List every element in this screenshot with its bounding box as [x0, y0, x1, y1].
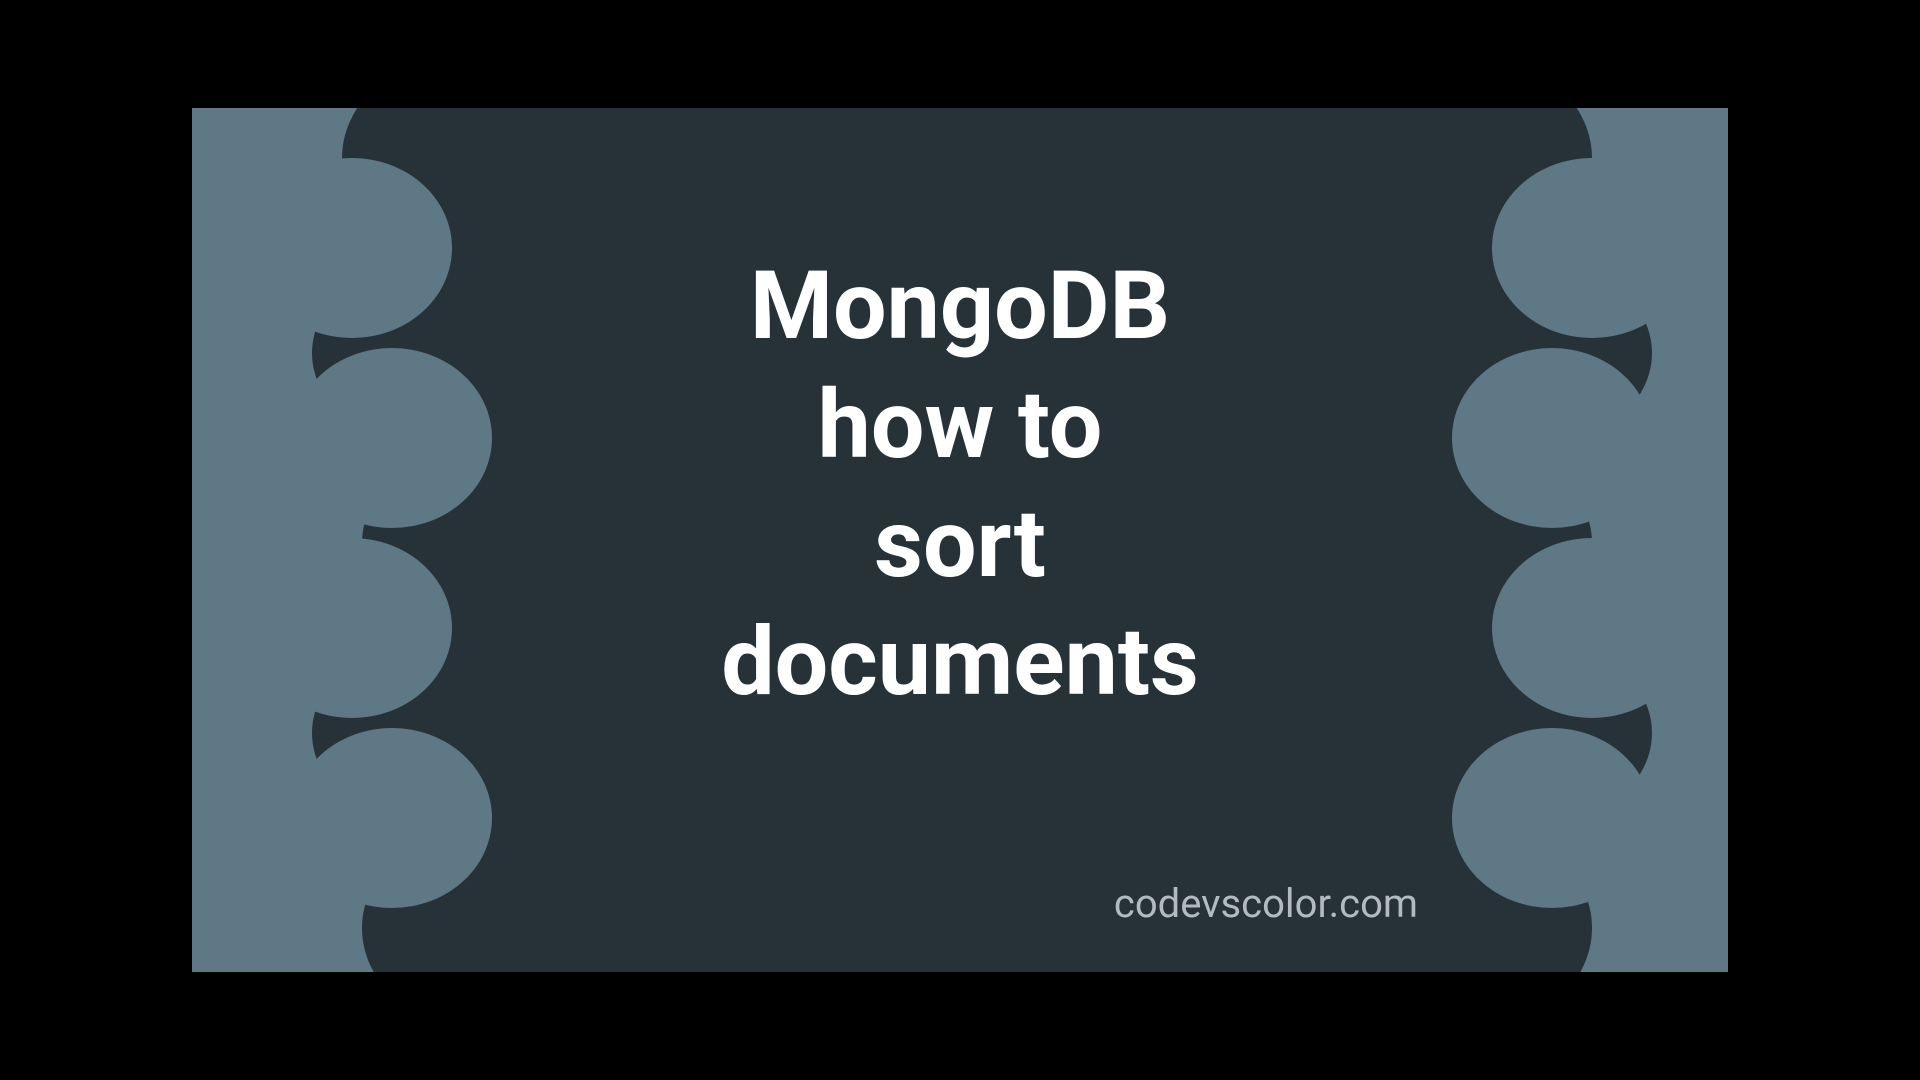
banner-canvas: MongoDB how to sort documents codevscolo…: [192, 108, 1728, 972]
cut-right: [1452, 728, 1652, 908]
title-line-4: documents: [192, 604, 1728, 723]
watermark-text: codevscolor.com: [1114, 880, 1418, 927]
title-line-1: MongoDB: [192, 248, 1728, 367]
title-line-3: sort: [192, 486, 1728, 605]
title-line-2: how to: [192, 367, 1728, 486]
banner-title: MongoDB how to sort documents: [192, 248, 1728, 723]
cut-left: [292, 728, 492, 908]
